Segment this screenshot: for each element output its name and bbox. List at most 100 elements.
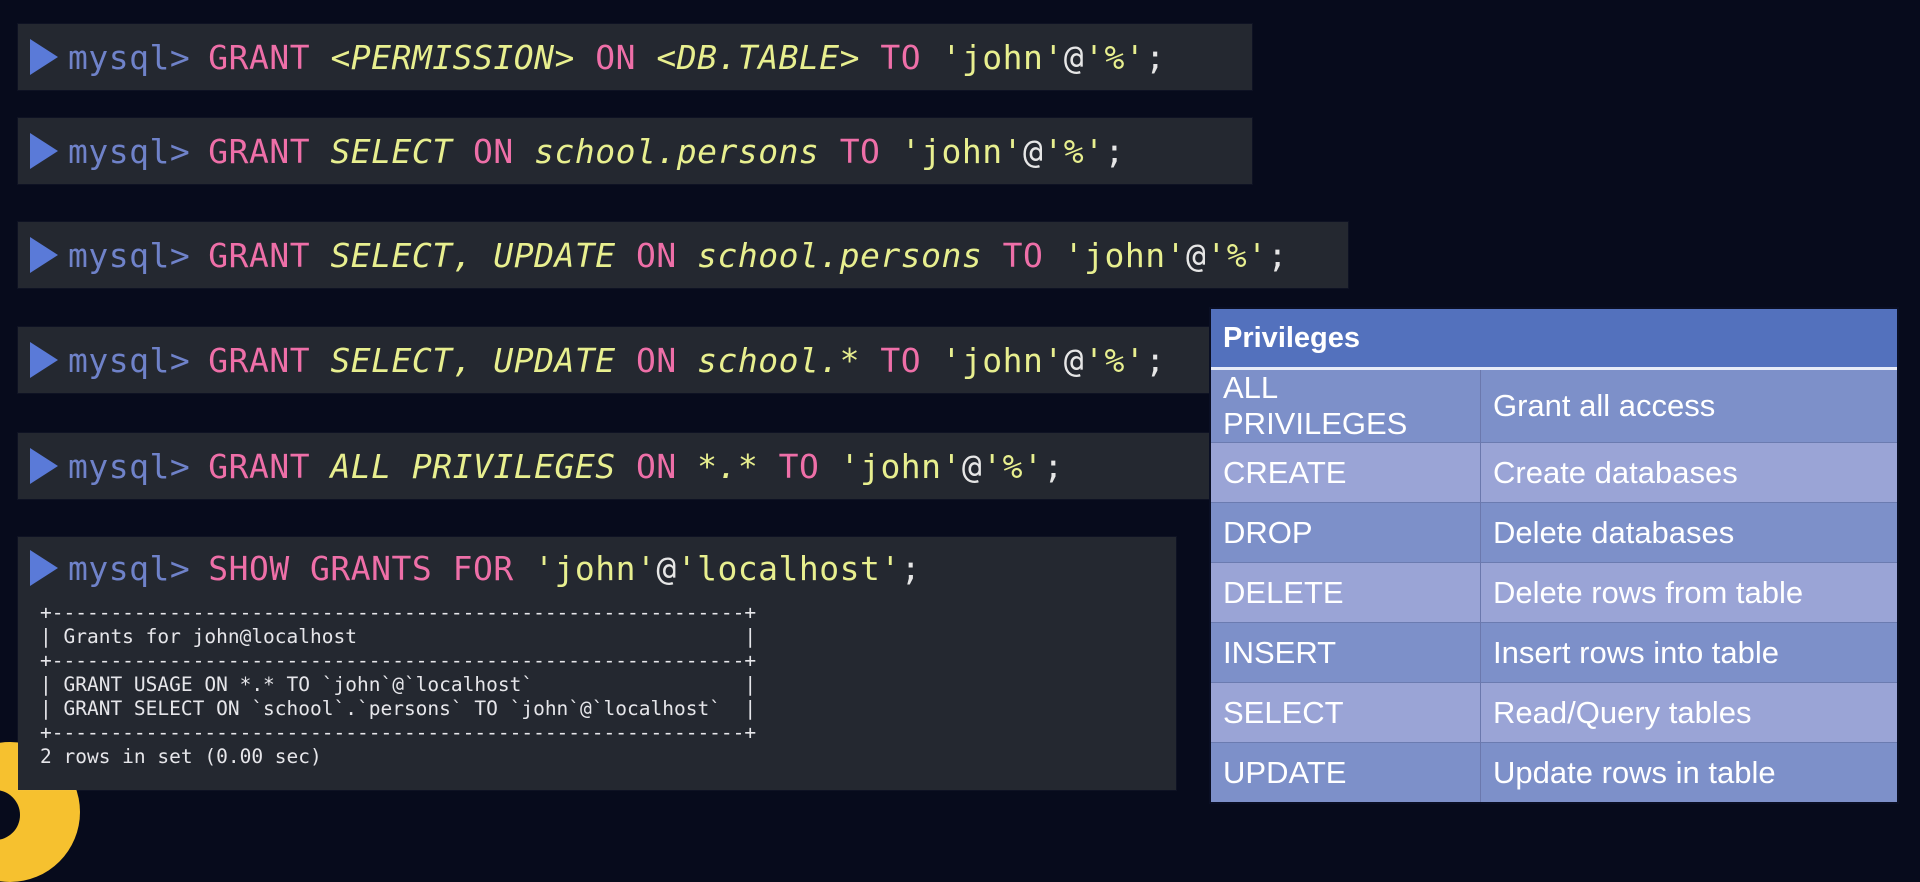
sql-token-punct <box>1043 236 1063 275</box>
sql-token-punct: @ <box>1185 235 1207 275</box>
command-box-grant-template: mysql> GRANT <PERMISSION> ON <DB.TABLE> … <box>18 24 1252 90</box>
privileges-table-header: Privileges <box>1211 309 1897 370</box>
privilege-description: Delete databases <box>1480 502 1897 563</box>
table-row: SELECT Read/Query tables <box>1211 682 1897 743</box>
prompt-arrow-icon <box>30 550 58 586</box>
command-text: GRANT <PERMISSION> ON <DB.TABLE> TO 'joh… <box>208 38 1165 77</box>
sql-token-punct <box>860 341 880 380</box>
sql-token-punct <box>677 447 697 486</box>
command-box-grant-schema-wildcard: mysql> GRANT SELECT, UPDATE ON school.* … <box>18 327 1218 393</box>
privileges-table: Privileges ALL PRIVILEGES Grant all acce… <box>1211 309 1897 802</box>
prompt-arrow-icon <box>30 39 58 75</box>
command-text: SHOW GRANTS FOR 'john'@'localhost'; <box>208 549 921 588</box>
sql-token-punct <box>310 132 330 171</box>
privilege-description: Update rows in table <box>1480 742 1897 802</box>
privilege-description: Grant all access <box>1480 368 1897 443</box>
sql-token-str: 'john' <box>941 37 1064 77</box>
sql-token-str: '%' <box>1043 131 1105 171</box>
privilege-description: Create databases <box>1480 442 1897 503</box>
sql-token-arg: SELECT, UPDATE <box>330 235 616 275</box>
sql-token-arg: school.* <box>697 340 861 380</box>
sql-token-str: '%' <box>982 446 1044 486</box>
sql-token-punct: @ <box>961 446 983 486</box>
sql-token-str: '%' <box>1084 340 1146 380</box>
sql-token-punct <box>616 236 636 275</box>
table-row: DELETE Delete rows from table <box>1211 562 1897 623</box>
sql-token-kw: TO <box>880 340 922 380</box>
sql-token-punct <box>758 447 778 486</box>
prompt-label: mysql> <box>68 235 191 275</box>
command-box-grant-select: mysql> GRANT SELECT ON school.persons TO… <box>18 118 1252 184</box>
table-row: UPDATE Update rows in table <box>1211 742 1897 802</box>
privilege-description: Delete rows from table <box>1480 562 1897 623</box>
privilege-name: DELETE <box>1211 562 1481 623</box>
prompt-label: mysql> <box>68 340 191 380</box>
prompt-arrow-icon <box>30 237 58 273</box>
result-border-mid: +---------------------------------------… <box>40 649 757 672</box>
sql-token-kw: ON <box>635 235 677 275</box>
prompt-label: mysql> <box>68 446 191 486</box>
privilege-description: Read/Query tables <box>1480 682 1897 743</box>
result-row: | GRANT USAGE ON *.* TO `john`@`localhos… <box>40 673 757 696</box>
privilege-name: UPDATE <box>1211 742 1481 802</box>
result-row: | GRANT SELECT ON `school`.`persons` TO … <box>40 697 757 720</box>
sql-token-arg: <PERMISSION> <box>330 37 575 77</box>
sql-token-punct <box>616 447 636 486</box>
sql-token-str: 'john' <box>941 340 1064 380</box>
sql-token-arg: ALL PRIVILEGES <box>330 446 616 486</box>
sql-token-str: 'john' <box>534 548 657 588</box>
sql-token-arg: *.* <box>697 446 759 486</box>
result-header: | Grants for john@localhost | <box>40 625 757 648</box>
privilege-name: DROP <box>1211 502 1481 563</box>
result-border-bottom: +---------------------------------------… <box>40 721 757 744</box>
command-box-grant-select-update: mysql> GRANT SELECT, UPDATE ON school.pe… <box>18 222 1348 288</box>
command-line: mysql> GRANT ALL PRIVILEGES ON *.* TO 'j… <box>30 433 1064 499</box>
sql-token-kw: GRANT <box>208 446 311 486</box>
sql-token-kw: TO <box>880 37 922 77</box>
sql-token-kw: GRANT <box>208 340 311 380</box>
sql-token-punct: @ <box>1023 131 1044 171</box>
sql-token-punct <box>514 132 534 171</box>
sql-token-kw: GRANT <box>208 131 311 171</box>
sql-token-punct <box>819 447 839 486</box>
command-text: GRANT SELECT ON school.persons TO 'john'… <box>208 132 1125 171</box>
privilege-description: Insert rows into table <box>1480 622 1897 683</box>
sql-token-punct <box>310 447 330 486</box>
sql-token-punct <box>880 132 900 171</box>
sql-token-punct: @ <box>1063 340 1085 380</box>
show-grants-output: +---------------------------------------… <box>40 601 756 769</box>
result-border-top: +---------------------------------------… <box>40 601 757 624</box>
command-text: GRANT SELECT, UPDATE ON school.* TO 'joh… <box>208 341 1165 380</box>
prompt-arrow-icon <box>30 342 58 378</box>
sql-token-arg: <DB.TABLE> <box>656 37 861 77</box>
prompt-label: mysql> <box>68 37 191 77</box>
command-text: GRANT SELECT, UPDATE ON school.persons T… <box>208 236 1288 275</box>
sql-token-punct <box>819 132 839 171</box>
command-line: mysql> GRANT SELECT ON school.persons TO… <box>30 118 1125 184</box>
command-box-show-grants: mysql> SHOW GRANTS FOR 'john'@'localhost… <box>18 537 1176 790</box>
sql-token-str: 'localhost' <box>676 548 901 588</box>
command-line: mysql> GRANT <PERMISSION> ON <DB.TABLE> … <box>30 24 1166 90</box>
table-row: INSERT Insert rows into table <box>1211 622 1897 683</box>
sql-token-kw: TO <box>778 446 820 486</box>
sql-token-punct <box>453 132 473 171</box>
prompt-label: mysql> <box>68 548 191 588</box>
sql-token-punct <box>982 236 1002 275</box>
sql-token-kw: ON <box>635 446 677 486</box>
sql-token-punct <box>677 341 697 380</box>
sql-token-kw: TO <box>1002 235 1044 275</box>
prompt-label: mysql> <box>68 131 191 171</box>
sql-token-punct: ; <box>1043 446 1064 486</box>
sql-token-punct <box>921 38 941 77</box>
command-line: mysql> SHOW GRANTS FOR 'john'@'localhost… <box>30 537 921 599</box>
sql-token-kw: TO <box>839 131 881 171</box>
sql-token-punct <box>310 38 330 77</box>
command-line: mysql> GRANT SELECT, UPDATE ON school.* … <box>30 327 1166 393</box>
sql-token-punct <box>310 236 330 275</box>
privilege-name: CREATE <box>1211 442 1481 503</box>
sql-token-arg: SELECT, UPDATE <box>330 340 616 380</box>
sql-token-arg: school.persons <box>697 235 983 275</box>
sql-token-str: '%' <box>1084 37 1146 77</box>
prompt-arrow-icon <box>30 133 58 169</box>
sql-token-str: 'john' <box>839 446 962 486</box>
